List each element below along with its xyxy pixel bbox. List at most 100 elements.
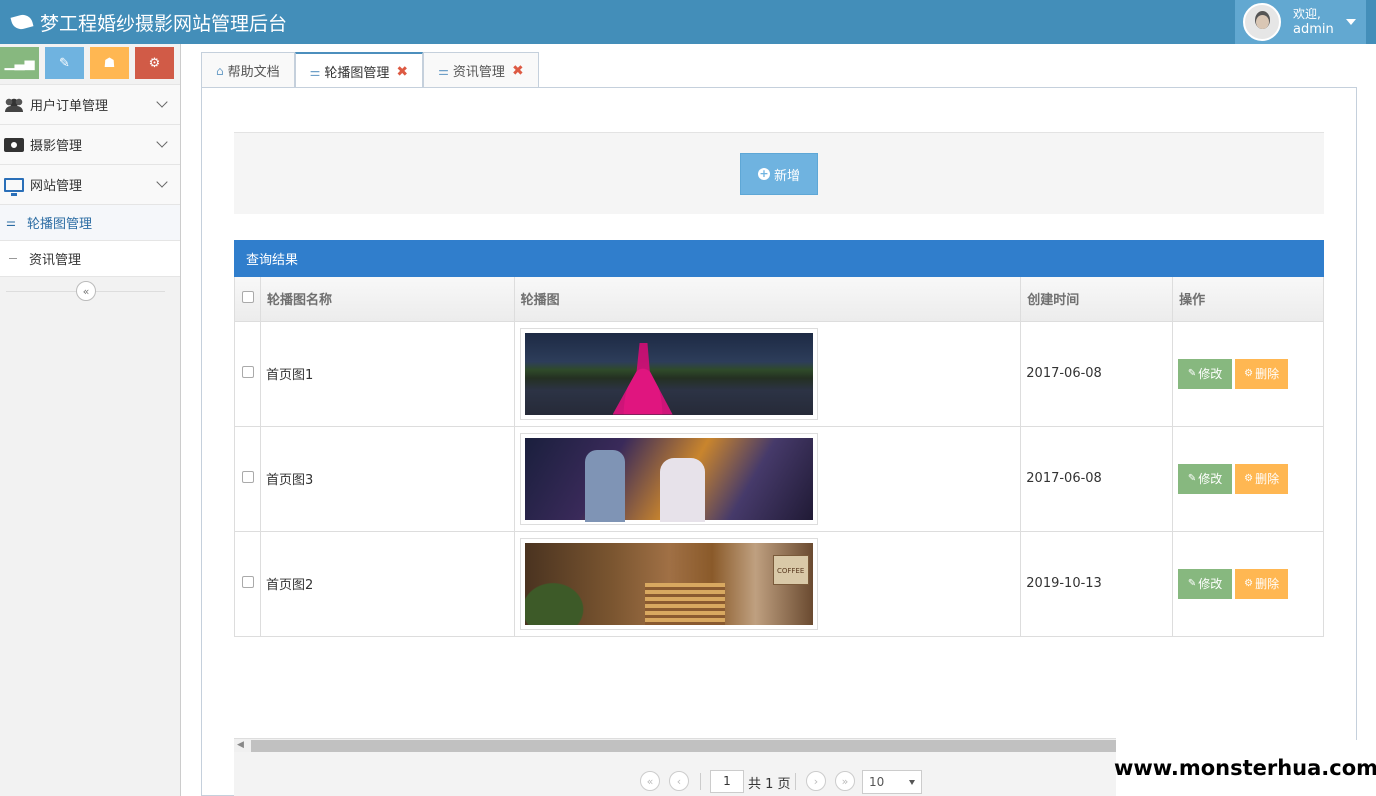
edit-button[interactable]: ✎ 修改 [1178,463,1233,494]
edit-label: 修改 [1198,367,1223,381]
pencil-icon: ✎ [59,55,70,71]
tab-carousel[interactable]: ⚌ 轮播图管理 ✖ [294,52,424,89]
sidebar-collapse-bar: « [0,276,180,303]
bullet-icon [9,258,17,259]
sidebar-item-website[interactable]: 网站管理 [0,164,180,204]
caret-down-icon [1346,19,1356,25]
next-page-icon[interactable]: › [806,771,826,791]
column-header[interactable]: 轮播图名称 [259,277,515,322]
app-brand[interactable]: 梦工程婚纱摄影网站管理后台 [10,0,288,44]
edit-label: 修改 [1198,577,1223,591]
double-chevron-left-icon[interactable]: « [76,281,96,301]
total-pages-text: 共 1 页 [748,777,791,792]
sidebar-subitem-label: 资讯管理 [29,253,82,268]
username: admin [1293,22,1334,37]
delete-label: 删除 [1255,472,1280,486]
signal-icon: ▁▃▅ [4,55,35,71]
top-navbar: 梦工程婚纱摄影网站管理后台 欢迎, admin [0,0,1376,44]
carousel-image[interactable]: COFFEE [519,537,818,630]
carousel-image[interactable] [519,327,818,420]
close-icon[interactable]: ✖ [396,64,408,80]
result-header: 查询结果 [234,240,1324,277]
result-title: 查询结果 [246,253,299,268]
scrollbar-thumb[interactable] [251,740,1116,752]
sidebar-subitem-label: 轮播图管理 [27,217,93,232]
camera-icon [4,137,24,152]
carousel-name-cell: 首页图1 [259,320,515,427]
plus-circle-icon: + [757,167,770,180]
users-icon: ☗ [103,55,116,71]
first-page-icon[interactable]: « [640,771,660,791]
tab-label: 轮播图管理 [324,66,390,81]
home-icon: ⌂ [216,63,224,78]
add-button-label: 新增 [773,168,800,184]
sliders-icon: ⚌ [6,216,16,229]
tab-help[interactable]: ⌂ 帮助文档 [201,52,295,88]
edit-label: 修改 [1198,472,1223,486]
result-table: 轮播图名称 轮播图 创建时间 操作 首页图1 2017-06-08 ✎ 修改 ⚙ 删除… [234,277,1324,637]
page-size-select[interactable]: 10 [862,770,922,794]
delete-button[interactable]: ⚙ 删除 [1235,358,1289,389]
sliders-icon: ⚌ [309,64,321,79]
cogs-icon: ⚙ [148,55,161,71]
page-number-input[interactable]: 1 [710,770,744,793]
sidebar-item-label: 网站管理 [30,179,83,194]
delete-label: 删除 [1255,367,1280,381]
sidebar-item-label: 摄影管理 [30,139,83,154]
sidebar-item-photography[interactable]: 摄影管理 [0,124,180,164]
prev-page-icon[interactable]: ‹ [669,771,689,791]
row-checkbox[interactable] [242,575,254,588]
tab-news[interactable]: ⚌ 资讯管理 ✖ [423,52,539,88]
close-icon[interactable]: ✖ [512,63,524,79]
page-size-value: 10 [869,775,885,789]
select-all-checkbox[interactable] [242,290,254,303]
add-button[interactable]: + 新增 [740,153,818,195]
user-menu[interactable]: 欢迎, admin [1235,0,1366,44]
shortcut-pencil-button[interactable]: ✎ [45,47,84,79]
carousel-name-cell: 首页图3 [259,425,515,532]
gear-icon: ⚙ [1244,578,1254,589]
sidebar: ▁▃▅ ✎ ☗ ⚙ 用户订单管理 摄影管理 网站管理 ⚌ 轮播图管理 资讯管理 … [0,44,181,796]
edit-button[interactable]: ✎ 修改 [1178,568,1233,599]
scroll-left-icon[interactable]: ◀ [237,740,244,750]
edit-icon: ✎ [1187,368,1197,379]
horizontal-scrollbar[interactable]: ◀ [234,738,1116,752]
created-date-cell: 2017-06-08 [1020,425,1174,532]
users-icon [4,97,24,112]
table-row: 首页图1 2017-06-08 ✎ 修改 ⚙ 删除 [234,320,1324,427]
edit-icon: ✎ [1187,578,1197,589]
sidebar-item-orders[interactable]: 用户订单管理 [0,84,180,124]
watermark: www.monsterhua.com [1114,740,1376,796]
toolbar: + 新增 [234,132,1324,214]
shortcut-users-button[interactable]: ☗ [90,47,129,79]
edit-button[interactable]: ✎ 修改 [1178,358,1233,389]
app-title: 梦工程婚纱摄影网站管理后台 [40,12,288,35]
column-header: 操作 [1172,277,1324,322]
tab-label: 资讯管理 [452,65,505,80]
table-row: 首页图2 COFFEE 2019-10-13 ✎ 修改 ⚙ 删除 [234,530,1324,637]
tab-label: 帮助文档 [227,65,280,80]
row-checkbox[interactable] [242,470,254,483]
tab-bar: ⌂ 帮助文档 ⚌ 轮播图管理 ✖ ⚌ 资讯管理 ✖ [201,52,539,89]
delete-button[interactable]: ⚙ 删除 [1235,568,1289,599]
shortcut-cogs-button[interactable]: ⚙ [135,47,174,79]
shortcut-buttons: ▁▃▅ ✎ ☗ ⚙ [0,44,180,84]
desktop-icon [4,177,24,196]
last-page-icon[interactable]: » [835,771,855,791]
column-header[interactable]: 轮播图 [513,277,1022,322]
shortcut-signal-button[interactable]: ▁▃▅ [0,47,39,79]
column-header[interactable]: 创建时间 [1020,277,1174,322]
sidebar-subitem-carousel[interactable]: ⚌ 轮播图管理 [0,204,180,240]
chevron-down-icon [156,136,168,148]
leaf-icon [10,12,34,32]
gear-icon: ⚙ [1244,473,1254,484]
sidebar-item-label: 用户订单管理 [30,99,109,114]
row-checkbox[interactable] [242,365,254,378]
carousel-image[interactable] [519,432,818,525]
table-row: 首页图3 2017-06-08 ✎ 修改 ⚙ 删除 [234,425,1324,532]
created-date-cell: 2019-10-13 [1020,530,1174,637]
created-date-cell: 2017-06-08 [1020,320,1174,427]
delete-button[interactable]: ⚙ 删除 [1235,463,1289,494]
welcome-text: 欢迎, [1293,7,1321,21]
sidebar-subitem-news[interactable]: 资讯管理 [0,240,180,276]
